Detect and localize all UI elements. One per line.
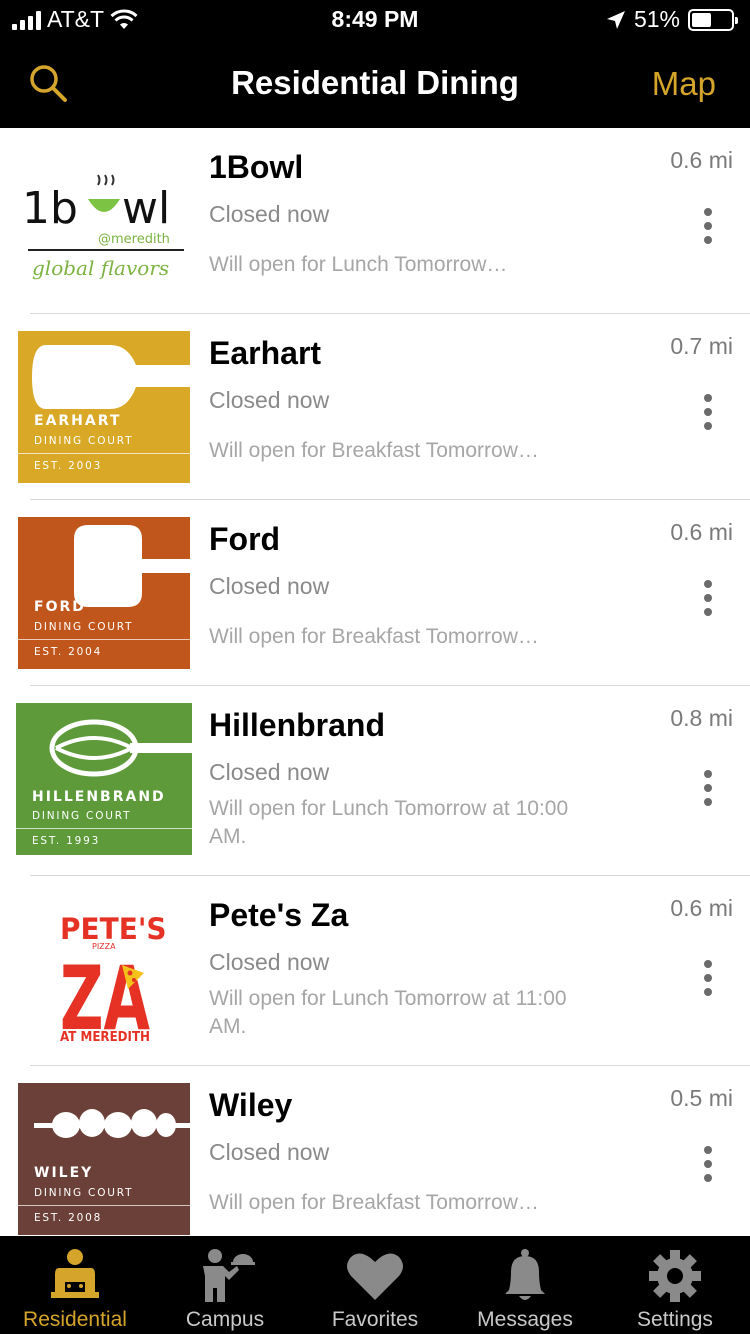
location-arrow-icon <box>606 10 625 29</box>
heart-icon <box>347 1253 403 1300</box>
list-item-ford[interactable]: FORD DINING COURT EST. 2004 Ford Closed … <box>0 500 750 686</box>
list-item-hillenbrand[interactable]: HILLENBRAND DINING COURT EST. 1993 Hille… <box>0 686 750 876</box>
list-item-1bowl[interactable]: 1b wl @meredith global flavors 1Bowl Clo… <box>0 128 750 314</box>
svg-text:1b: 1b <box>22 183 78 234</box>
tab-residential[interactable]: Residential <box>0 1236 150 1334</box>
logo-title: EARHART <box>34 413 122 429</box>
logo-est: EST. 2004 <box>34 646 103 658</box>
open-status: Closed now <box>209 1139 330 1165</box>
svg-text:@meredith: @meredith <box>98 232 170 247</box>
ford-logo: FORD DINING COURT EST. 2004 <box>18 517 190 669</box>
wiley-logo: WILEY DINING COURT EST. 2008 <box>18 1083 190 1235</box>
1bowl-logo: 1b wl @meredith global flavors <box>18 145 190 297</box>
logo-subtitle: DINING COURT <box>34 621 134 633</box>
svg-text:global flavors: global flavors <box>32 256 169 280</box>
dining-name: Earhart <box>209 335 322 371</box>
logo-rule <box>16 828 192 829</box>
open-status: Closed now <box>209 759 330 785</box>
distance-label: 0.6 mi <box>670 147 733 173</box>
earhart-logo: EARHART DINING COURT EST. 2003 <box>18 331 190 483</box>
logo-tile: EARHART DINING COURT EST. 2003 <box>18 331 190 483</box>
svg-text:AT MEREDITH: AT MEREDITH <box>60 1030 150 1045</box>
open-status: Closed now <box>209 201 330 227</box>
gear-icon <box>649 1250 701 1302</box>
logo-title: FORD <box>34 599 86 615</box>
logo-tile: WILEY DINING COURT EST. 2008 <box>18 1083 190 1235</box>
distance-label: 0.5 mi <box>670 1085 733 1111</box>
logo-rule <box>18 453 190 454</box>
logo-tile: HILLENBRAND DINING COURT EST. 1993 <box>16 703 192 855</box>
more-options-icon[interactable] <box>700 1146 716 1182</box>
more-options-icon[interactable] <box>700 580 716 616</box>
next-open-text: Will open for Lunch Tomorrow… <box>209 253 508 276</box>
map-button[interactable]: Map <box>652 65 716 103</box>
tab-label: Favorites <box>331 1308 419 1331</box>
logo-subtitle: DINING COURT <box>34 435 134 447</box>
tab-campus[interactable]: Campus <box>150 1236 300 1334</box>
page-title: Residential Dining <box>231 64 519 101</box>
logo-title: WILEY <box>34 1165 94 1181</box>
tab-label: Settings <box>637 1308 713 1331</box>
tab-messages[interactable]: Messages <box>450 1236 600 1334</box>
list-item-petes-za[interactable]: PETE'S PIZZA ZA AT MEREDITH Pete's Za Cl… <box>0 876 750 1066</box>
distance-label: 0.6 mi <box>670 895 733 921</box>
list-item-wiley[interactable]: WILEY DINING COURT EST. 2008 Wiley Close… <box>0 1066 750 1236</box>
logo-rule <box>18 1205 190 1206</box>
dining-name: Hillenbrand <box>209 707 386 743</box>
petes-za-logo: PETE'S PIZZA ZA AT MEREDITH <box>18 893 190 1050</box>
next-open-text: Will open for Lunch Tomorrow at 11:00 AM… <box>209 987 567 1038</box>
logo-subtitle: DINING COURT <box>32 810 132 822</box>
logo-rule <box>18 639 190 640</box>
logo-title: HILLENBRAND <box>32 789 166 805</box>
dining-name: Pete's Za <box>209 897 349 933</box>
dining-name: Wiley <box>209 1087 293 1123</box>
hillenbrand-logo: HILLENBRAND DINING COURT EST. 1993 <box>16 703 192 855</box>
more-options-icon[interactable] <box>700 394 716 430</box>
dining-name: Ford <box>209 521 281 557</box>
tab-bar: Residential Campus Favorites Messages Se… <box>0 1236 750 1334</box>
tab-label: Messages <box>477 1308 573 1331</box>
more-options-icon[interactable] <box>700 770 716 806</box>
list-item-earhart[interactable]: EARHART DINING COURT EST. 2003 Earhart C… <box>0 314 750 500</box>
waiter-icon <box>203 1249 255 1302</box>
dining-list: 1b wl @meredith global flavors 1Bowl Clo… <box>0 128 750 1236</box>
next-open-text: Will open for Lunch Tomorrow at 10:00 AM… <box>209 797 569 848</box>
residential-icon <box>51 1249 99 1298</box>
tab-label: Campus <box>185 1308 265 1331</box>
distance-label: 0.7 mi <box>670 333 733 359</box>
open-status: Closed now <box>209 949 330 975</box>
battery-icon <box>688 8 738 31</box>
battery-group: 51% <box>606 6 738 33</box>
more-options-icon[interactable] <box>700 208 716 244</box>
open-status: Closed now <box>209 573 330 599</box>
tab-settings[interactable]: Settings <box>600 1236 750 1334</box>
svg-text:wl: wl <box>122 183 170 234</box>
tab-label: Residential <box>23 1308 127 1331</box>
battery-percent: 51% <box>633 6 680 32</box>
next-open-text: Will open for Breakfast Tomorrow… <box>209 1191 539 1214</box>
logo-subtitle: DINING COURT <box>34 1187 134 1199</box>
distance-label: 0.6 mi <box>670 519 733 545</box>
status-bar: AT&T 8:49 PM 51% <box>0 0 750 40</box>
dining-name: 1Bowl <box>209 149 304 185</box>
logo-tile: FORD DINING COURT EST. 2004 <box>18 517 190 669</box>
distance-label: 0.8 mi <box>670 705 733 731</box>
bell-icon <box>505 1249 545 1300</box>
logo-est: EST. 2003 <box>34 460 103 472</box>
logo-est: EST. 2008 <box>34 1212 103 1224</box>
tab-favorites[interactable]: Favorites <box>300 1236 450 1334</box>
more-options-icon[interactable] <box>700 960 716 996</box>
nav-bar: Residential Dining Map <box>0 40 750 128</box>
open-status: Closed now <box>209 387 330 413</box>
logo-est: EST. 1993 <box>32 835 101 847</box>
next-open-text: Will open for Breakfast Tomorrow… <box>209 439 539 462</box>
next-open-text: Will open for Breakfast Tomorrow… <box>209 625 539 648</box>
